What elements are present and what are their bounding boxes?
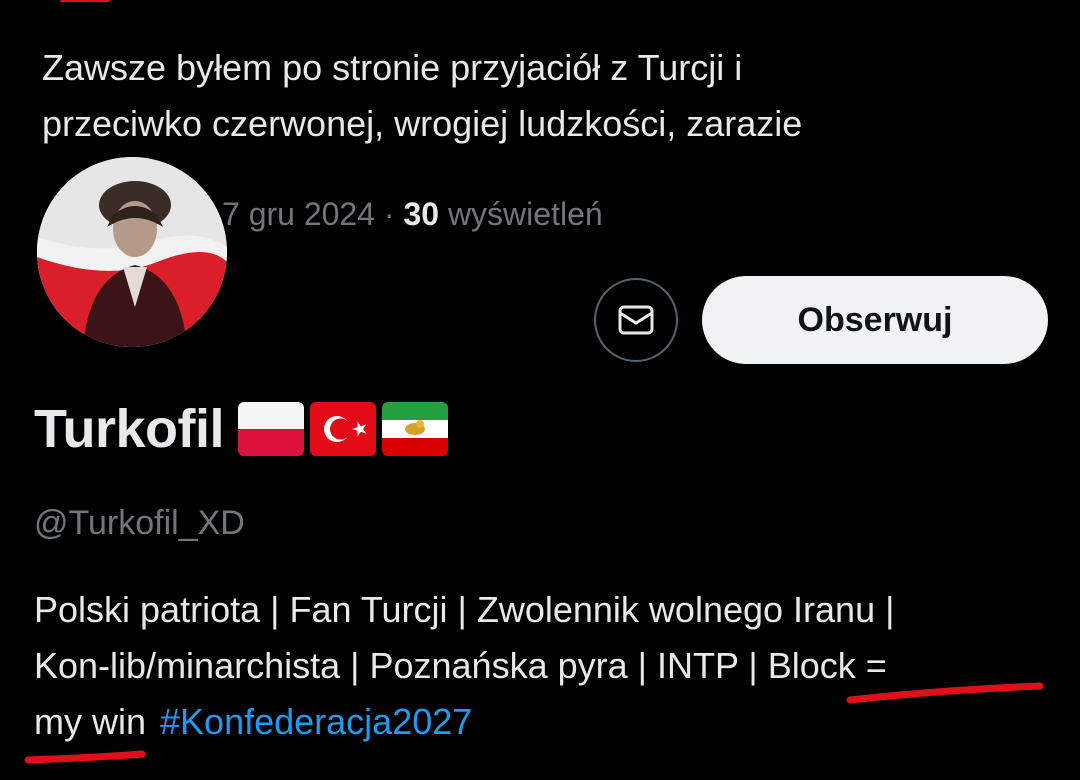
hashtag-link[interactable]: #Konfederacja2027	[160, 701, 472, 742]
name-flags	[237, 402, 448, 456]
profile-bio: Polski patriota | Fan Turcji | Zwolennik…	[34, 582, 1044, 750]
bio-line-1: Polski patriota | Fan Turcji | Zwolennik…	[34, 589, 895, 630]
display-name-text: Turkofil	[34, 399, 224, 459]
envelope-icon	[618, 305, 654, 335]
turkey-flag-icon	[309, 402, 376, 456]
meta-separator: ·	[383, 196, 395, 232]
red-underline-my-win	[24, 750, 146, 764]
avatar[interactable]	[34, 154, 230, 350]
bio-line-2: Kon-lib/minarchista | Poznańska pyra | I…	[34, 645, 887, 686]
bio-line-3-wrap: my win #Konfederacja2027	[34, 694, 1044, 750]
bio-line-3: my win	[34, 701, 147, 742]
views-label: wyświetleń	[447, 196, 603, 232]
display-name: Turkofil	[34, 398, 448, 460]
iran-lion-and-sun-flag-icon	[381, 402, 448, 456]
tweet-meta: 7 gru 2024 · 30 wyświetleń	[222, 196, 603, 233]
views-count: 30	[403, 196, 440, 232]
message-button[interactable]	[594, 278, 678, 362]
follow-button[interactable]: Obserwuj	[702, 276, 1048, 364]
poland-flag-icon	[237, 402, 304, 456]
tweet-date[interactable]: 7 gru 2024	[222, 196, 375, 232]
tweet-text-line-1: Zawsze byłem po stronie przyjaciół z Tur…	[42, 47, 743, 88]
tweet-text-line-2: przeciwko czerwonej, wrogiej ludzkości, …	[42, 103, 803, 144]
user-handle: @Turkofil_XD	[34, 504, 245, 542]
tweet-text: Zawsze byłem po stronie przyjaciół z Tur…	[42, 40, 1042, 152]
avatar-image	[37, 157, 227, 347]
